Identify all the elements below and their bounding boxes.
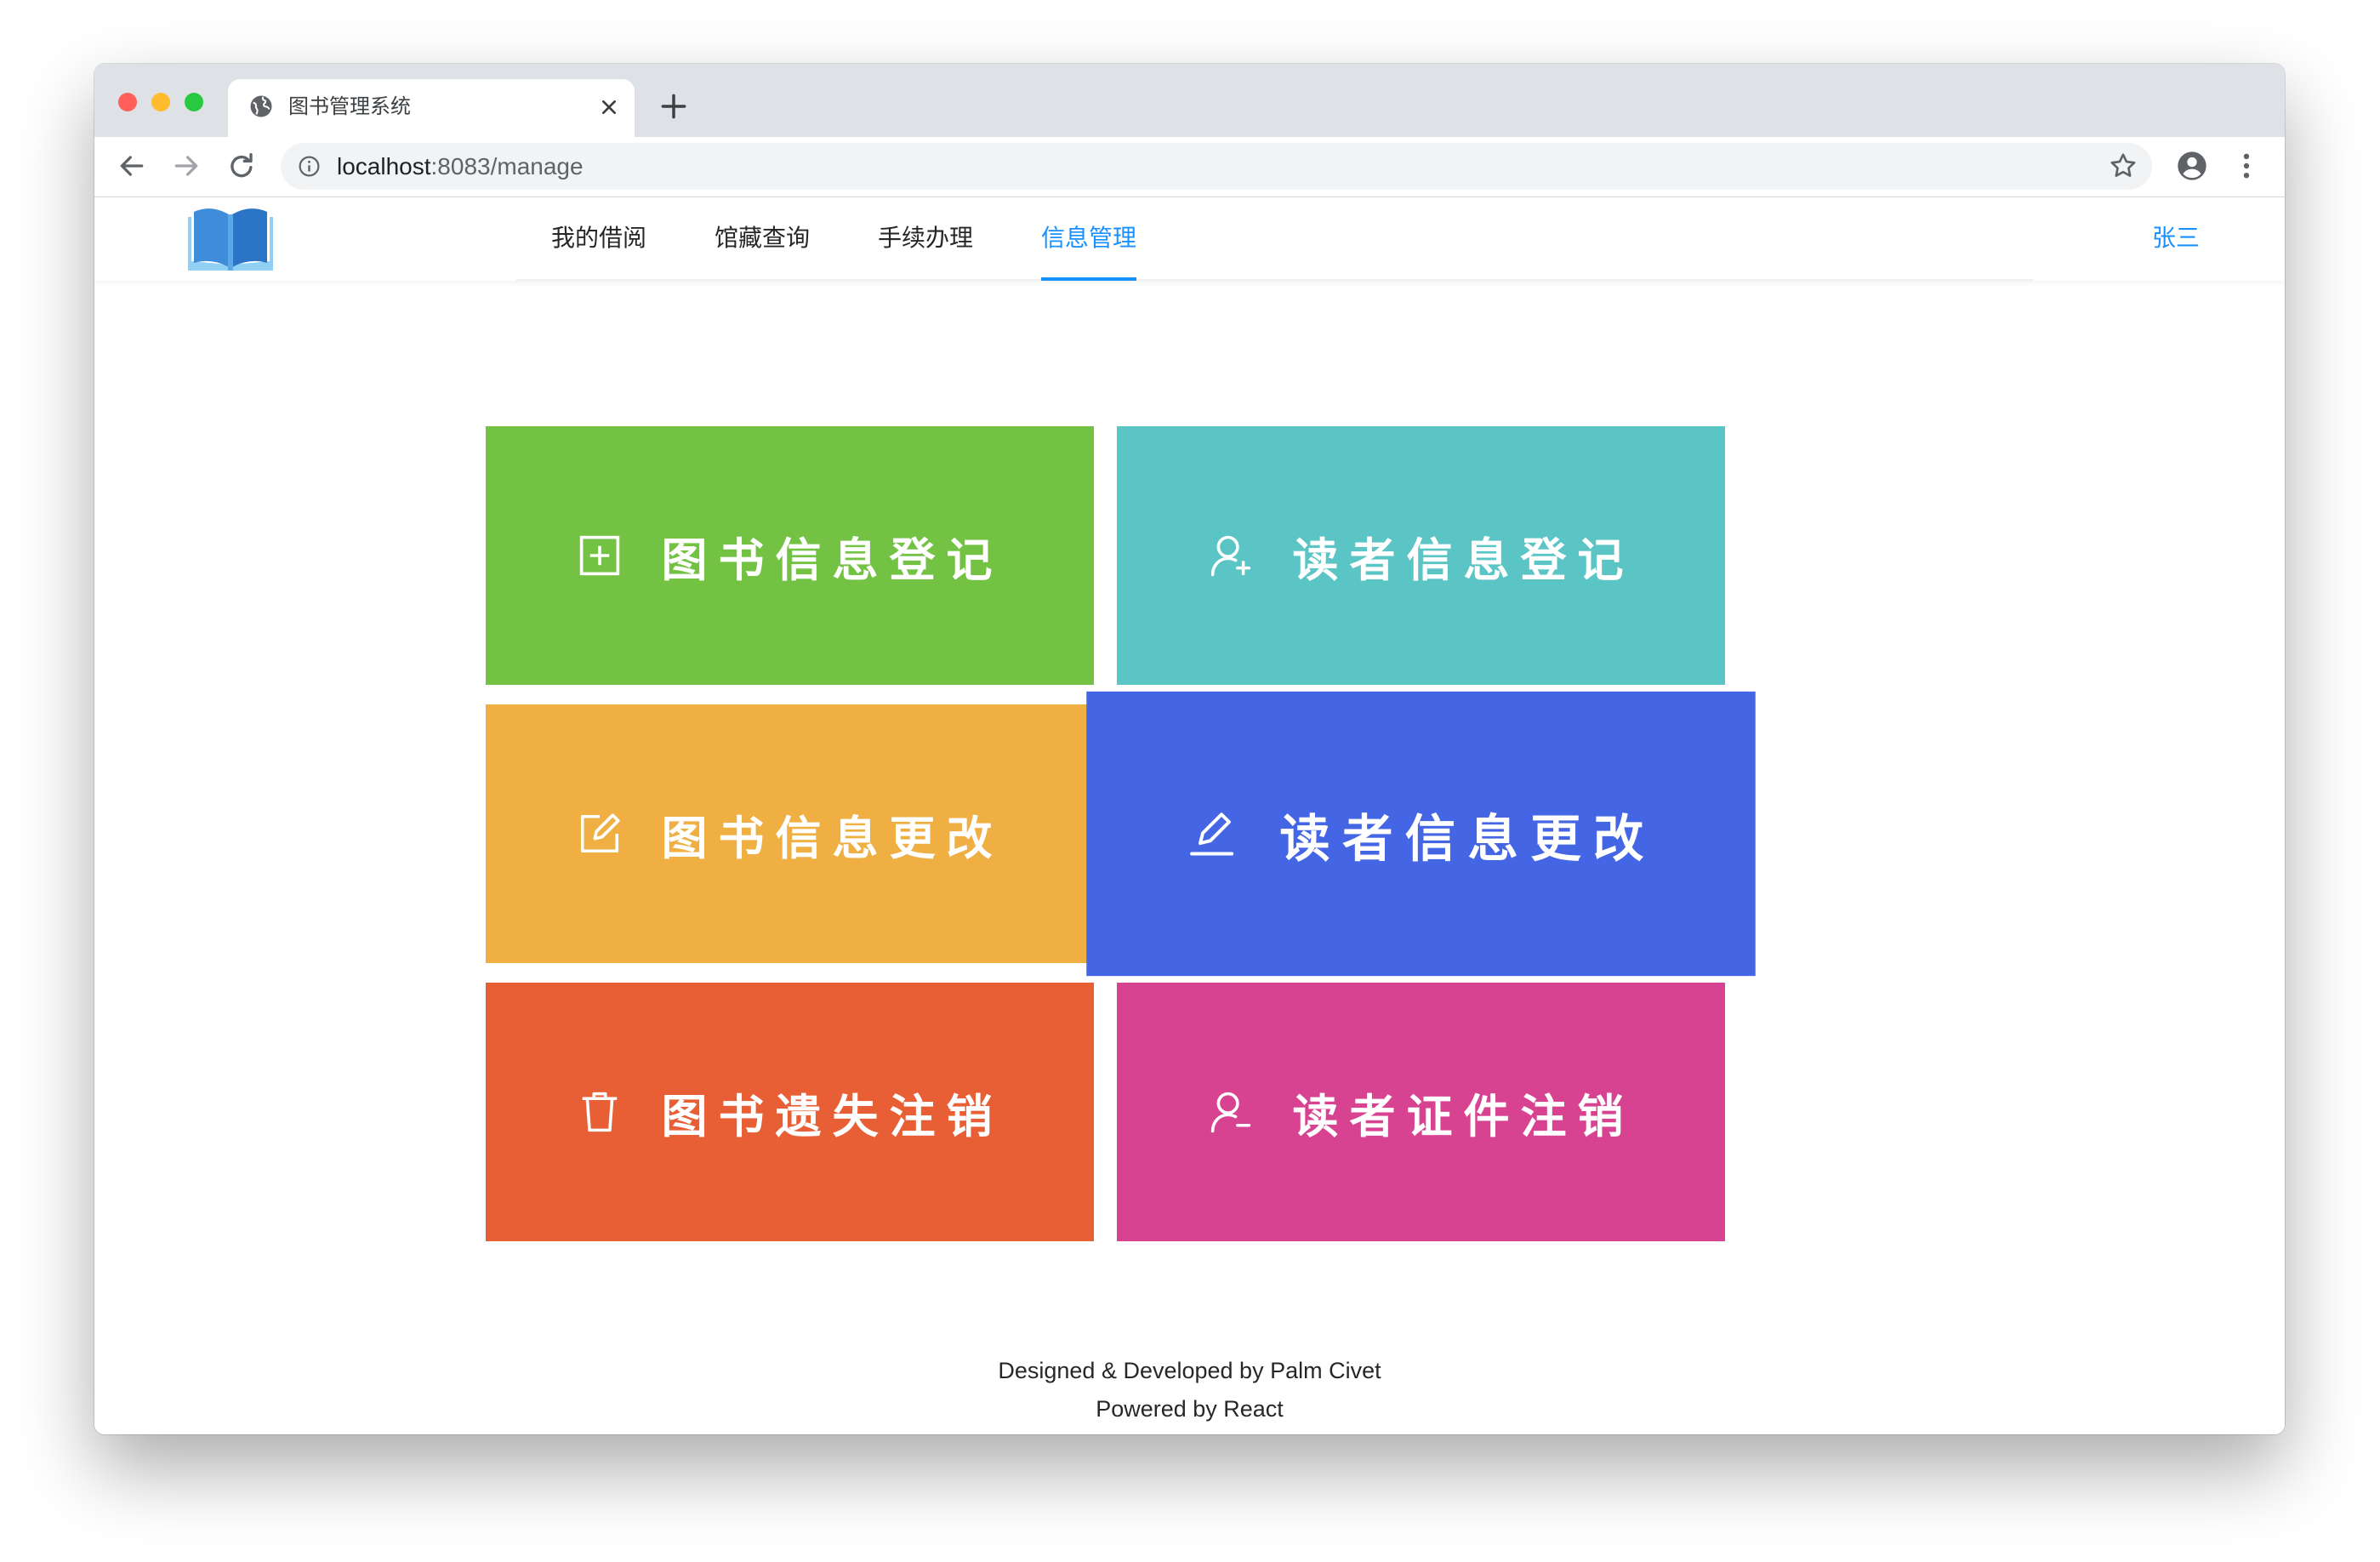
book-edit-tile[interactable]: 图书信息更改 — [486, 704, 1094, 963]
globe-icon — [250, 95, 272, 117]
url-path: :8083/manage — [430, 153, 584, 180]
user-name-link[interactable]: 张三 — [2152, 197, 2200, 279]
main-nav: 我的借阅 馆藏查询 手续办理 信息管理 — [551, 197, 1137, 281]
browser-tab[interactable]: 图书管理系统 — [228, 79, 635, 137]
delete-icon — [577, 1089, 623, 1135]
reader-edit-tile[interactable]: 读者信息更改 — [1086, 691, 1756, 977]
footer-powered-by: Powered by React — [1096, 1396, 1284, 1422]
book-register-tile[interactable]: 图书信息登记 — [486, 426, 1094, 685]
tile-label: 读者信息更改 — [1279, 808, 1656, 869]
site-header: 我的借阅 馆藏查询 手续办理 信息管理 张三 — [94, 197, 2285, 281]
plus-square-icon — [577, 533, 623, 579]
more-options-icon[interactable] — [2233, 149, 2260, 183]
tile-label: 读者证件注销 — [1292, 1089, 1635, 1143]
reload-icon[interactable] — [225, 149, 259, 183]
info-icon[interactable] — [297, 154, 322, 179]
nav-item-procedures[interactable]: 手续办理 — [878, 197, 973, 281]
tile-label: 图书遗失注销 — [661, 1089, 1004, 1143]
footer-credit: Designed & Developed by Palm Civet — [998, 1358, 1381, 1383]
user-add-icon — [1208, 533, 1254, 579]
maximize-window-button[interactable] — [185, 93, 203, 111]
page-content: 我的借阅 馆藏查询 手续办理 信息管理 张三 图书信息登记 读者信息登记 图书信… — [94, 197, 2285, 1434]
open-book-icon[interactable] — [188, 205, 273, 271]
address-bar[interactable]: localhost:8083/manage — [281, 143, 2152, 190]
minimize-window-button[interactable] — [151, 93, 170, 111]
nav-item-info-management[interactable]: 信息管理 — [1041, 197, 1137, 281]
user-delete-icon — [1208, 1089, 1254, 1135]
tab-title: 图书管理系统 — [288, 95, 411, 118]
tile-label: 图书信息登记 — [661, 533, 1004, 587]
new-tab-plus-icon[interactable] — [658, 90, 690, 123]
tile-label: 读者信息登记 — [1292, 533, 1635, 587]
book-loss-cancel-tile[interactable]: 图书遗失注销 — [486, 983, 1094, 1241]
browser-window: 图书管理系统 localhost:8083/manage 我的借阅 馆藏查询 手… — [94, 64, 2285, 1434]
reader-register-tile[interactable]: 读者信息登记 — [1117, 426, 1725, 685]
back-arrow-icon[interactable] — [115, 149, 149, 183]
close-window-button[interactable] — [118, 93, 137, 111]
tab-bar: 图书管理系统 — [94, 64, 2285, 137]
edit-pen-icon — [1186, 808, 1236, 858]
nav-item-my-borrowing[interactable]: 我的借阅 — [551, 197, 646, 281]
form-edit-icon — [577, 811, 623, 857]
page-footer: Designed & Developed by Palm Civet Power… — [94, 1352, 2285, 1428]
tile-label: 图书信息更改 — [661, 811, 1004, 865]
forward-arrow-icon[interactable] — [169, 149, 203, 183]
url-host: localhost — [337, 153, 431, 180]
url-text[interactable]: localhost:8083/manage — [337, 143, 584, 190]
close-tab-icon[interactable] — [595, 94, 623, 121]
bookmark-star-icon[interactable] — [2108, 151, 2138, 181]
reader-card-cancel-tile[interactable]: 读者证件注销 — [1117, 983, 1725, 1241]
account-icon[interactable] — [2175, 149, 2209, 183]
browser-toolbar: localhost:8083/manage — [94, 137, 2285, 197]
nav-item-collection-search[interactable]: 馆藏查询 — [715, 197, 810, 281]
